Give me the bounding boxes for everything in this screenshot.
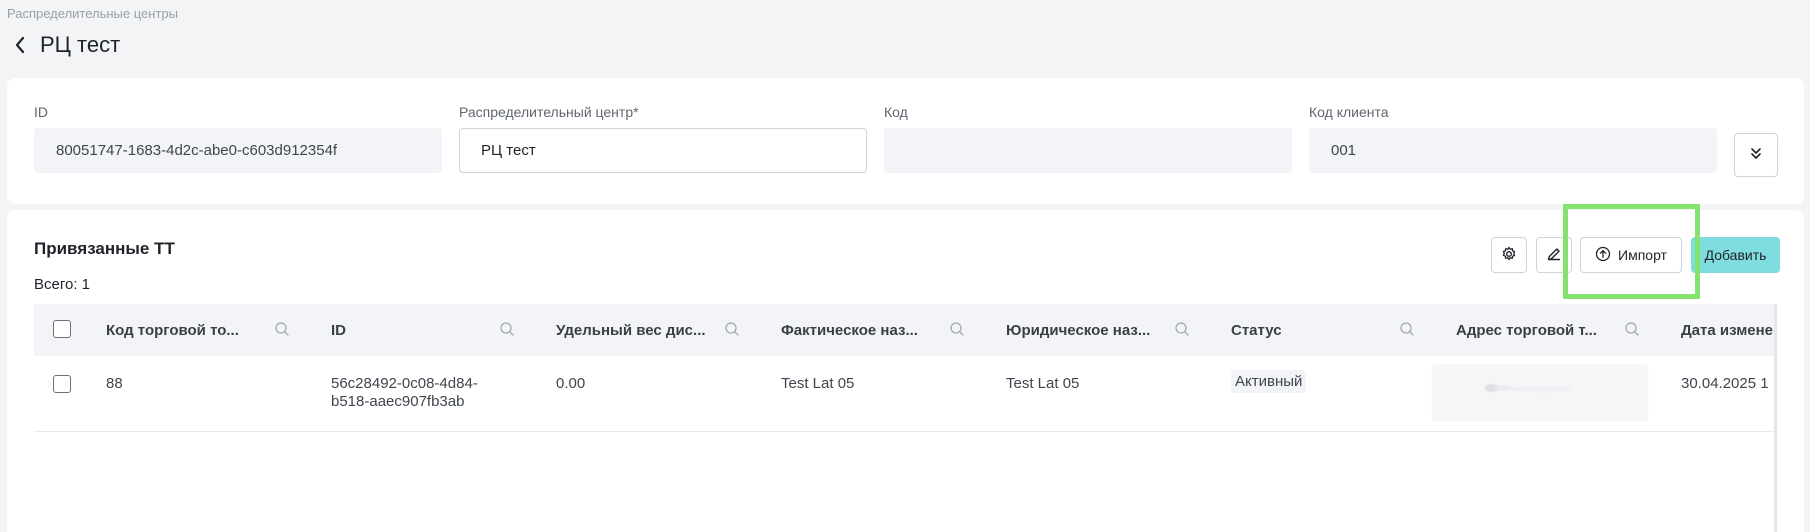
- search-icon[interactable]: [1174, 321, 1190, 342]
- legal-name-cell: Test Lat 05: [1006, 375, 1080, 392]
- id-field: ID 80051747-1683-4d2c-abe0-c603d912354f: [34, 104, 442, 173]
- column-header[interactable]: Код торговой то...: [106, 304, 239, 356]
- select-all-checkbox[interactable]: [53, 320, 71, 338]
- client-code-field: Код клиента 001: [1309, 104, 1717, 173]
- chevron-double-down-icon: [1749, 146, 1763, 165]
- code-field: Код: [884, 104, 1292, 173]
- total-count: Всего: 1: [34, 276, 91, 293]
- search-icon[interactable]: [949, 321, 965, 342]
- row-checkbox[interactable]: [53, 375, 71, 393]
- column-header[interactable]: Юридическое наз...: [1006, 304, 1150, 356]
- import-button[interactable]: Импорт: [1580, 237, 1682, 273]
- column-header[interactable]: Адрес торговой т...: [1456, 304, 1597, 356]
- address-cell-blurred: [1432, 364, 1648, 422]
- upload-circle-icon: [1595, 246, 1611, 265]
- column-header[interactable]: Дата измене: [1681, 304, 1773, 356]
- search-icon[interactable]: [1399, 321, 1415, 342]
- weight-cell: 0.00: [556, 375, 586, 392]
- settings-button[interactable]: [1491, 237, 1527, 273]
- gear-icon: [1501, 246, 1517, 265]
- search-icon[interactable]: [724, 321, 740, 342]
- client-code-label: Код клиента: [1309, 104, 1389, 120]
- outlet-id-line-1: 56c28492-0c08-4d84-: [331, 375, 478, 392]
- breadcrumb[interactable]: Распределительные центры: [7, 6, 178, 21]
- distribution-center-input[interactable]: РЦ тест: [459, 128, 867, 173]
- outlet-id-cell: 56c28492-0c08-4d84- b518-aaec907fb3ab: [331, 375, 478, 411]
- outlet-code-cell: 88: [106, 375, 123, 392]
- page-header: РЦ тест: [12, 32, 120, 58]
- modified-date-cell: 30.04.2025 1: [1681, 375, 1769, 392]
- table-row[interactable]: 88 56c28492-0c08-4d84- b518-aaec907fb3ab…: [34, 356, 1774, 432]
- actual-name-cell: Test Lat 05: [781, 375, 855, 392]
- client-code-value[interactable]: 001: [1309, 128, 1717, 173]
- column-header[interactable]: Удельный вес дис...: [556, 304, 706, 356]
- back-arrow-icon[interactable]: [12, 33, 28, 57]
- column-header[interactable]: Фактическое наз...: [781, 304, 918, 356]
- search-icon[interactable]: [1624, 321, 1640, 342]
- status-badge: Активный: [1231, 370, 1307, 393]
- distribution-center-field: Распределительный центр* РЦ тест: [459, 104, 867, 173]
- page-title: РЦ тест: [40, 32, 121, 57]
- code-field-label: Код: [884, 104, 908, 120]
- distribution-center-label: Распределительный центр*: [459, 104, 639, 120]
- edit-button[interactable]: [1536, 237, 1572, 273]
- section-title: Привязанные ТТ: [34, 239, 175, 258]
- id-field-value[interactable]: 80051747-1683-4d2c-abe0-c603d912354f: [34, 128, 442, 173]
- table-scrollbar[interactable]: [1774, 304, 1777, 532]
- outlets-table: Код торговой то... ID Удельный вес дис..…: [34, 304, 1774, 532]
- column-header[interactable]: ID: [331, 304, 346, 356]
- table-header: Код торговой то... ID Удельный вес дис..…: [34, 304, 1774, 356]
- import-button-label: Импорт: [1618, 247, 1667, 263]
- expand-button[interactable]: [1734, 133, 1778, 177]
- pencil-icon: [1546, 246, 1562, 265]
- id-field-label: ID: [34, 104, 48, 120]
- add-button[interactable]: Добавить: [1691, 237, 1780, 273]
- search-icon[interactable]: [499, 321, 515, 342]
- column-header[interactable]: Статус: [1231, 304, 1282, 356]
- code-field-value[interactable]: [884, 128, 1292, 173]
- search-icon[interactable]: [274, 321, 290, 342]
- outlet-id-line-2: b518-aaec907fb3ab: [331, 393, 465, 410]
